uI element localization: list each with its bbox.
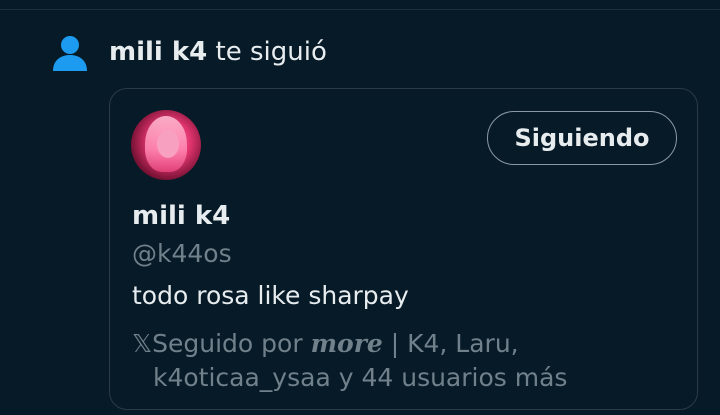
user-handle: @k44os <box>132 239 232 268</box>
followed-by-names: | K4, Laru, <box>382 329 519 358</box>
notification-text: mili k4 te siguió <box>109 35 327 69</box>
followed-by-line-1: 𝕏Seguido por more | K4, Laru, <box>132 327 652 361</box>
divider <box>0 9 720 10</box>
notification-screen: mili k4 te siguió Siguiendo mili k4 @k44… <box>0 0 720 415</box>
followed-by-styled-name: more <box>310 329 383 358</box>
person-icon <box>50 34 90 74</box>
user-card[interactable]: Siguiendo mili k4 @k44os todo rosa like … <box>109 88 698 410</box>
followed-by-text: 𝕏Seguido por more | K4, Laru, k4oticaa_y… <box>132 327 652 395</box>
followed-by-prefix: 𝕏Seguido por <box>132 329 311 358</box>
profile-avatar[interactable] <box>131 110 201 180</box>
display-name[interactable]: mili k4 <box>132 199 230 233</box>
notification-actor-name[interactable]: mili k4 <box>109 37 207 67</box>
avatar-face-shape <box>157 130 179 158</box>
followed-by-line-2: k4oticaa_ysaa y 44 usuarios más <box>153 363 568 392</box>
user-bio: todo rosa like sharpay <box>132 281 409 310</box>
following-button[interactable]: Siguiendo <box>487 111 677 165</box>
notification-action: te siguió <box>215 37 327 67</box>
